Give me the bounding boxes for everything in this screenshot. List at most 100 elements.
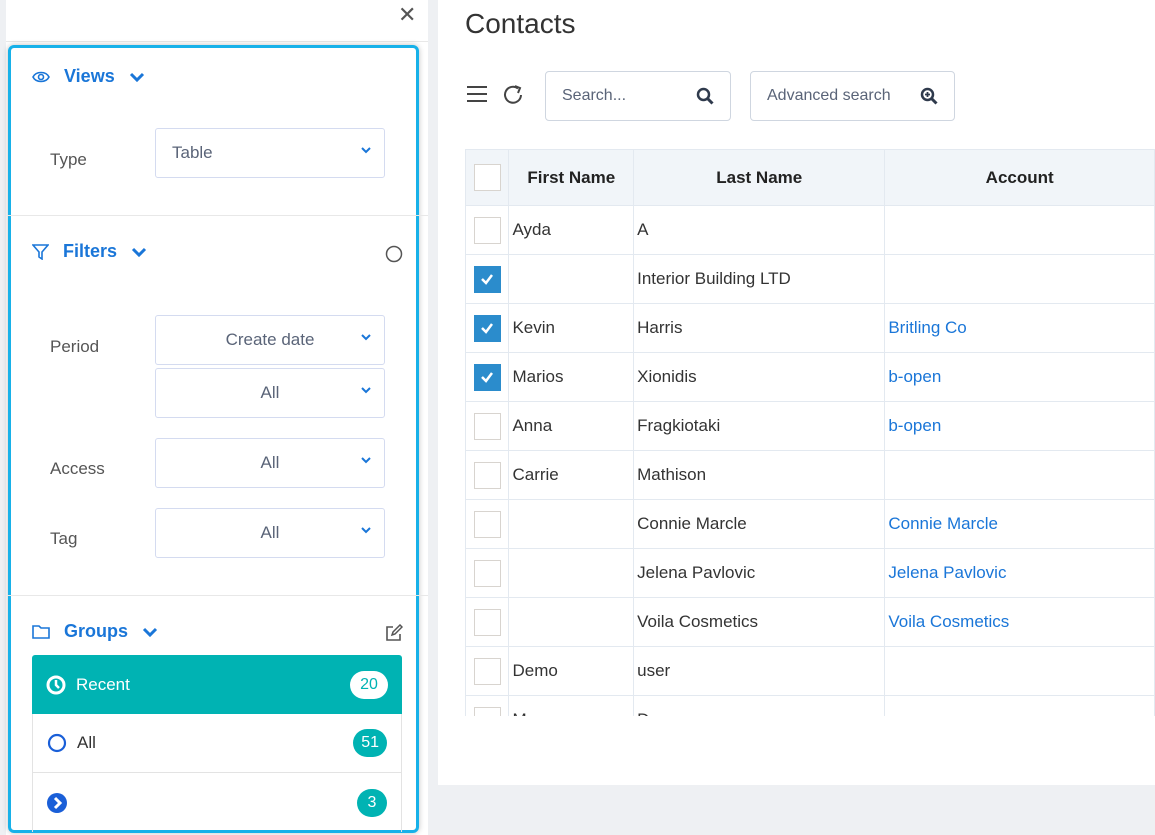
filter-icon	[32, 243, 49, 260]
divider	[6, 41, 428, 42]
check-icon	[481, 372, 494, 383]
first-name-cell	[508, 548, 635, 598]
sidebar: ✕ Views Type Table Filters Period Create…	[6, 0, 428, 835]
row-checkbox[interactable]	[473, 216, 501, 244]
last-name-cell: Jelena Pavlovic	[633, 548, 886, 598]
last-name-cell: Voila Cosmetics	[633, 597, 886, 647]
eye-icon	[32, 71, 50, 82]
chevron-circle-right-icon	[47, 792, 67, 813]
divider	[6, 595, 428, 596]
check-icon	[481, 323, 494, 334]
divider	[6, 215, 428, 216]
first-name-cell: Marios	[508, 352, 635, 402]
tag-value: All	[260, 523, 280, 542]
select-all-checkbox[interactable]	[473, 164, 501, 191]
group-label: Recent	[76, 674, 130, 694]
row-checkbox[interactable]	[473, 706, 501, 716]
table-row[interactable]: Mary Dawson	[464, 695, 1155, 716]
row-checkbox[interactable]	[473, 412, 501, 440]
clock-icon	[46, 675, 66, 694]
type-select[interactable]: Table	[155, 128, 385, 178]
row-checkbox[interactable]	[473, 510, 501, 538]
access-value: All	[260, 453, 280, 472]
row-checkbox[interactable]	[473, 461, 501, 489]
chevron-down-icon	[361, 334, 371, 341]
account-link	[884, 450, 1155, 500]
last-name-cell: Dawson	[633, 695, 886, 716]
group-item-unnamed[interactable]: 3	[32, 773, 402, 832]
last-name-cell: Xionidis	[633, 352, 886, 402]
checkbox-cell	[464, 303, 510, 353]
group-label: All	[77, 733, 96, 752]
last-name-cell: Fragkiotaki	[633, 401, 886, 451]
count-badge: 51	[353, 729, 387, 757]
account-link[interactable]: Voila Cosmetics	[884, 597, 1155, 647]
first-name-cell: Kevin	[508, 303, 635, 353]
first-name-cell: Demo	[508, 646, 635, 696]
filters-title: Filters	[63, 241, 118, 261]
table-viewport: First Name Last Name Account Ayda A Inte…	[438, 0, 1155, 716]
period-range-select[interactable]: All	[155, 368, 385, 418]
column-header-first-name[interactable]: First Name	[508, 149, 635, 206]
access-label: Access	[50, 459, 105, 478]
account-link[interactable]: b-open	[884, 401, 1155, 451]
close-icon[interactable]: ✕	[398, 2, 416, 28]
first-name-cell	[508, 597, 635, 647]
table-row[interactable]: Jelena Pavlovic Jelena Pavlovic	[464, 548, 1155, 598]
first-name-cell: Carrie	[508, 450, 635, 500]
group-item-all[interactable]: All 51	[32, 714, 402, 773]
checkbox-cell	[464, 597, 510, 647]
account-link[interactable]: Connie Marcle	[884, 499, 1155, 549]
account-link[interactable]: Jelena Pavlovic	[884, 548, 1155, 598]
account-link[interactable]: b-open	[884, 352, 1155, 402]
account-link	[884, 254, 1155, 304]
table-row[interactable]: Kevin Harris Britling Co	[464, 303, 1155, 353]
circle-icon[interactable]	[385, 245, 403, 263]
count-badge: 3	[357, 788, 387, 817]
table-row[interactable]: Ayda A	[464, 205, 1155, 255]
checkbox-cell	[464, 401, 510, 451]
checkbox-cell	[464, 205, 510, 255]
row-checkbox[interactable]	[473, 657, 501, 685]
row-checkbox[interactable]	[473, 314, 501, 342]
checkbox-cell	[464, 499, 510, 549]
checkbox-cell	[464, 695, 510, 716]
account-link	[884, 695, 1155, 716]
edit-icon[interactable]	[385, 624, 403, 642]
filters-header[interactable]: Filters	[32, 241, 161, 262]
views-header[interactable]: Views	[32, 66, 159, 87]
count-badge: 20	[350, 670, 388, 699]
check-icon	[481, 274, 494, 285]
column-header-account[interactable]: Account	[884, 149, 1155, 206]
chevron-down-icon	[142, 627, 158, 637]
table-row[interactable]: Interior Building LTD	[464, 254, 1155, 304]
type-value: Table	[172, 143, 213, 162]
checkbox-cell	[464, 548, 510, 598]
row-checkbox[interactable]	[473, 265, 501, 293]
row-checkbox[interactable]	[473, 363, 501, 391]
account-link	[884, 205, 1155, 255]
circle-icon	[47, 733, 67, 753]
tag-select[interactable]: All	[155, 508, 385, 558]
account-link[interactable]: Britling Co	[884, 303, 1155, 353]
chevron-down-icon	[361, 527, 371, 534]
table-row[interactable]: Demo user	[464, 646, 1155, 696]
column-header-last-name[interactable]: Last Name	[633, 149, 886, 206]
first-name-cell: Mary	[508, 695, 635, 716]
group-item-recent[interactable]: Recent 20	[32, 655, 402, 714]
table-row[interactable]: Marios Xionidis b-open	[464, 352, 1155, 402]
first-name-cell: Ayda	[508, 205, 635, 255]
row-checkbox[interactable]	[473, 608, 501, 636]
row-checkbox[interactable]	[473, 559, 501, 587]
groups-title: Groups	[64, 621, 129, 641]
access-select[interactable]: All	[155, 438, 385, 488]
last-name-cell: Harris	[633, 303, 886, 353]
table-row[interactable]: Voila Cosmetics Voila Cosmetics	[464, 597, 1155, 647]
checkbox-cell	[464, 450, 510, 500]
table-row[interactable]: Carrie Mathison	[464, 450, 1155, 500]
table-row[interactable]: Connie Marcle Connie Marcle	[464, 499, 1155, 549]
groups-header[interactable]: Groups	[32, 621, 172, 642]
table-row[interactable]: Anna Fragkiotaki b-open	[464, 401, 1155, 451]
chevron-down-icon	[361, 387, 371, 394]
period-field-select[interactable]: Create date	[155, 315, 385, 365]
